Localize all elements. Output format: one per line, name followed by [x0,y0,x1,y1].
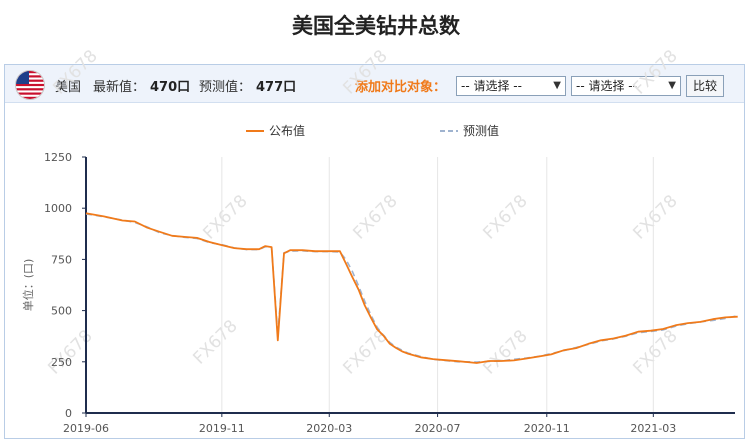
watermark-text: FX678 [349,191,401,243]
x-tick-label: 2019-11 [199,422,245,435]
x-tick-label: 2019-06 [63,422,109,435]
legend-label: 公布值 [269,123,305,138]
watermark-text: FX678 [199,191,251,243]
line-chart: FX678 FX678 FX678 FX678 FX678 FX678 FX678 FX678… [21,46,738,435]
watermark-text: FX678 [629,46,681,98]
watermark-text: FX678 [339,326,391,378]
y-tick-label: 500 [51,305,72,318]
legend-label: 预测值 [463,123,499,138]
y-tick-label: 0 [65,407,72,420]
watermark-text: FX678 [479,191,531,243]
watermark-text: FX678 [479,326,531,378]
watermark-text: FX678 [629,191,681,243]
watermark-text: FX678 [189,316,241,368]
watermark-text: FX678 [629,326,681,378]
y-tick-label: 1000 [44,202,72,215]
x-tick-label: 2021-03 [630,422,676,435]
x-tick-label: 2020-11 [524,422,570,435]
y-tick-label: 250 [51,356,72,369]
y-axis-label: 单位：(口) [21,259,35,312]
watermark-text: FX678 [44,326,96,378]
y-tick-label: 1250 [44,151,72,164]
x-tick-label: 2020-03 [306,422,352,435]
x-tick-label: 2020-07 [415,422,461,435]
watermark-text: FX678 [339,46,391,98]
y-tick-label: 750 [51,253,72,266]
watermark-text: FX678 [49,46,101,98]
